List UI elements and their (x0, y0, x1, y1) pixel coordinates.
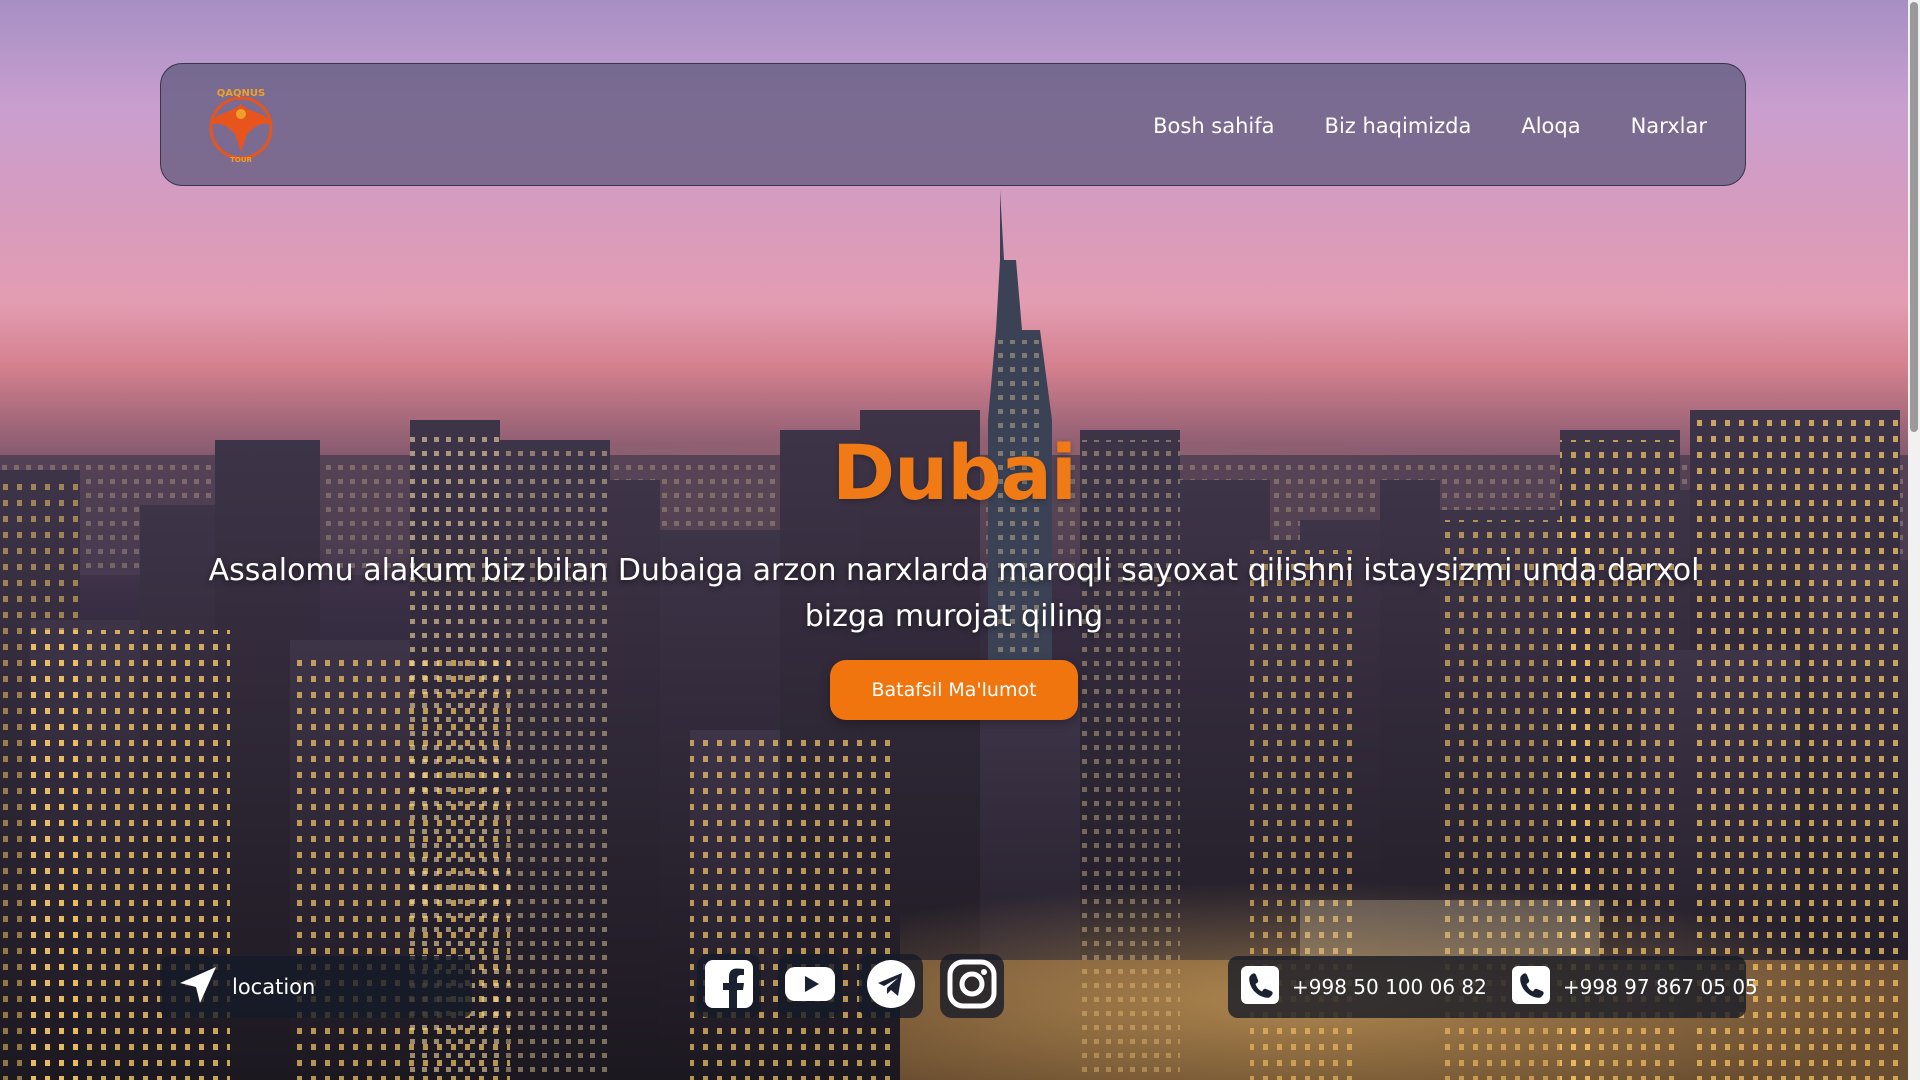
navbar: QAQNUS TOUR Bosh sahifa Biz haqimizda Al… (160, 63, 1746, 186)
telegram-icon (865, 958, 917, 1014)
telegram-link[interactable] (859, 954, 923, 1018)
nav-links: Bosh sahifa Biz haqimizda Aloqa Narxlar (1153, 64, 1707, 187)
logo-text-top: QAQNUS (217, 88, 265, 99)
qaqnus-logo[interactable]: QAQNUS TOUR (201, 84, 281, 164)
phone-link-1[interactable]: +998 50 100 06 82 (1240, 965, 1487, 1009)
youtube-link[interactable] (778, 954, 842, 1018)
phone-contacts: +998 50 100 06 82 +998 97 867 05 05 (1228, 956, 1758, 1018)
nav-link-bosh-sahifa[interactable]: Bosh sahifa (1153, 114, 1274, 138)
phone-number-1: +998 50 100 06 82 (1292, 975, 1487, 999)
navigation-arrow-icon (178, 965, 218, 1009)
instagram-link[interactable] (940, 954, 1004, 1018)
more-info-button[interactable]: Batafsil Ma'lumot (830, 660, 1078, 720)
logo-text-bottom: TOUR (230, 156, 252, 164)
nav-link-narxlar[interactable]: Narxlar (1631, 114, 1707, 138)
scrollbar-thumb[interactable] (1910, 2, 1918, 432)
youtube-icon (784, 964, 836, 1008)
facebook-icon (704, 959, 754, 1013)
vertical-scrollbar[interactable] (1908, 0, 1920, 1080)
facebook-link[interactable] (697, 954, 761, 1018)
phone-icon (1240, 965, 1280, 1009)
nav-link-aloqa[interactable]: Aloqa (1521, 114, 1580, 138)
hero-title: Dubai (832, 428, 1077, 517)
phone-icon (1511, 965, 1551, 1009)
hero-subtitle: Assalomu alakum biz bilan Dubaiga arzon … (208, 553, 1700, 634)
phone-number-2: +998 97 867 05 05 (1562, 975, 1758, 999)
location-label: location (232, 975, 316, 999)
instagram-icon (946, 958, 998, 1014)
social-links (697, 954, 1004, 1018)
nav-link-biz-haqimizda[interactable]: Biz haqimizda (1325, 114, 1472, 138)
phone-link-2[interactable]: +998 97 867 05 05 (1511, 965, 1758, 1009)
location-link[interactable]: location (160, 956, 472, 1018)
